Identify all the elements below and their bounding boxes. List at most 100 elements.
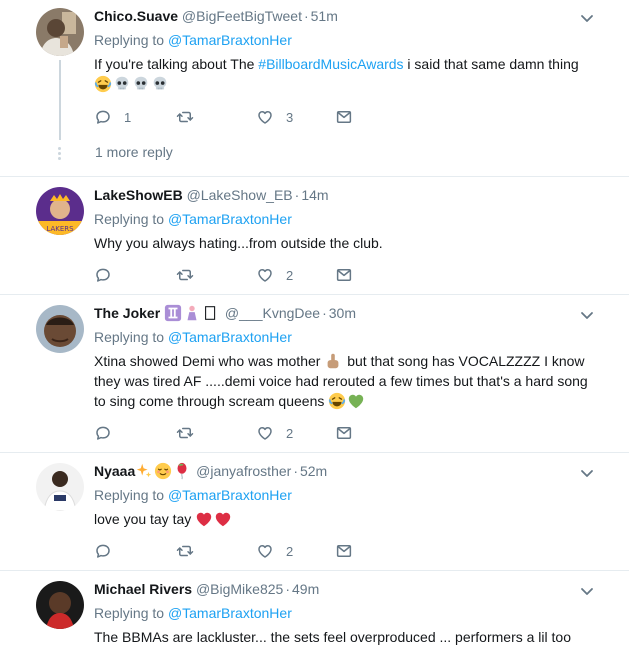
thread-dots <box>58 147 62 162</box>
more-replies-link[interactable]: 1 more reply <box>95 142 173 162</box>
tweet-header: Michael Rivers @BigMike825 · 49m <box>94 581 320 597</box>
avatar[interactable] <box>36 581 84 629</box>
thread-line <box>59 60 61 140</box>
red-heart-emoji <box>214 510 232 528</box>
display-name[interactable]: LakeShowEB <box>94 187 183 203</box>
like-button[interactable]: 2 <box>256 541 293 561</box>
person-emoji <box>183 304 201 322</box>
skull-emoji <box>151 75 169 93</box>
user-handle[interactable]: @___KvngDee <box>225 305 320 321</box>
tweet-item[interactable]: Chico.Suave @BigFeetBigTweet · 51m Replyin… <box>0 0 629 177</box>
tweet-header: The Joker @___KvngDee · 30m <box>94 304 356 322</box>
avatar[interactable] <box>36 305 84 353</box>
retweet-icon <box>176 542 194 560</box>
like-button[interactable]: 2 <box>256 423 293 443</box>
mail-icon <box>335 108 353 126</box>
retweet-button[interactable] <box>176 107 194 127</box>
chevron-down-icon[interactable] <box>579 10 595 26</box>
like-count: 2 <box>286 543 294 559</box>
like-button[interactable]: 2 <box>256 265 293 285</box>
replying-to-link[interactable]: @TamarBraxtonHer <box>168 487 292 503</box>
replying-to-link[interactable]: @TamarBraxtonHer <box>168 329 292 345</box>
laughing-crying-emoji <box>328 392 346 410</box>
timestamp[interactable]: 51m <box>311 8 338 24</box>
retweet-button[interactable] <box>176 541 194 561</box>
replying-to-link[interactable]: @TamarBraxtonHer <box>168 211 292 227</box>
mail-icon <box>335 424 353 442</box>
timestamp[interactable]: 52m <box>300 463 327 479</box>
balloon-emoji <box>173 462 191 480</box>
direct-message-button[interactable] <box>335 423 353 443</box>
retweet-button[interactable] <box>176 265 194 285</box>
heart-icon <box>256 266 274 284</box>
direct-message-button[interactable] <box>335 541 353 561</box>
like-button[interactable]: 3 <box>256 107 293 127</box>
display-name[interactable]: The Joker <box>94 305 160 321</box>
tweet-item[interactable]: The Joker @___KvngDee · 30m Replying to @T… <box>0 295 629 453</box>
hashtag-link[interactable]: #BillboardMusicAwards <box>258 56 403 72</box>
skull-emoji <box>132 75 150 93</box>
tweet-item[interactable]: Michael Rivers @BigMike825 · 49m Replying … <box>0 571 629 651</box>
reply-icon <box>94 108 112 126</box>
relieved-face-emoji <box>154 462 172 480</box>
tweet-text: Xtina showed Demi who was mother but tha… <box>94 352 588 410</box>
heart-icon <box>256 108 274 126</box>
reply-button[interactable] <box>94 541 112 561</box>
skull-emoji <box>113 75 131 93</box>
mail-icon <box>335 542 353 560</box>
chevron-down-icon[interactable] <box>579 583 595 599</box>
avatar[interactable] <box>36 463 84 511</box>
display-name[interactable]: Chico.Suave <box>94 8 178 24</box>
user-handle[interactable]: @LakeShow_EB <box>187 187 293 203</box>
chevron-down-icon[interactable] <box>579 465 595 481</box>
replying-to-link[interactable]: @TamarBraxtonHer <box>168 32 292 48</box>
user-handle[interactable]: @janyafrosther <box>196 463 291 479</box>
avatar[interactable]: LAKERS <box>36 187 84 235</box>
timestamp[interactable]: 14m <box>301 187 328 203</box>
tweet-header: LakeShowEB @LakeShow_EB · 14m <box>94 187 329 203</box>
tweet-item[interactable]: Nyaaa @janyafrosther · 52m Replying to @Ta… <box>0 453 629 571</box>
reply-button[interactable]: 1 <box>94 107 131 127</box>
user-handle[interactable]: @BigFeetBigTweet <box>182 8 302 24</box>
mail-icon <box>335 266 353 284</box>
sparkles-emoji <box>135 462 153 480</box>
chevron-down-icon[interactable] <box>579 307 595 323</box>
avatar[interactable] <box>36 8 84 56</box>
retweet-icon <box>176 266 194 284</box>
tweet-text: Why you always hating...from outside the… <box>94 235 383 251</box>
display-name[interactable]: Nyaaa <box>94 463 135 479</box>
replying-to: Replying to @TamarBraxtonHer <box>94 605 292 621</box>
like-count: 2 <box>286 425 294 441</box>
tweet-text: love you tay tay <box>94 509 594 529</box>
direct-message-button[interactable] <box>335 107 353 127</box>
reply-icon <box>94 424 112 442</box>
tweet-header: Chico.Suave @BigFeetBigTweet · 51m <box>94 8 338 24</box>
reply-icon <box>94 542 112 560</box>
retweet-icon <box>176 424 194 442</box>
pointing-hand-emoji <box>324 352 342 370</box>
reply-button[interactable] <box>94 265 112 285</box>
reply-count: 1 <box>124 109 132 125</box>
tweet-item[interactable]: LAKERS LakeShowEB @LakeShow_EB · 14m Reply… <box>0 177 629 295</box>
tweet-text: The BBMAs are lackluster... the sets fee… <box>94 629 571 645</box>
red-heart-emoji <box>195 510 213 528</box>
direct-message-button[interactable] <box>335 265 353 285</box>
laughing-crying-emoji <box>94 75 112 93</box>
replying-to-link[interactable]: @TamarBraxtonHer <box>168 605 292 621</box>
retweet-icon <box>176 108 194 126</box>
retweet-button[interactable] <box>176 423 194 443</box>
display-name[interactable]: Michael Rivers <box>94 581 192 597</box>
replying-to: Replying to @TamarBraxtonHer <box>94 32 292 48</box>
reply-icon <box>94 266 112 284</box>
svg-text:LAKERS: LAKERS <box>46 225 74 233</box>
missing-glyph-icon <box>202 304 220 322</box>
timestamp[interactable]: 49m <box>292 581 319 597</box>
replying-to: Replying to @TamarBraxtonHer <box>94 211 292 227</box>
timestamp[interactable]: 30m <box>329 305 356 321</box>
user-handle[interactable]: @BigMike825 <box>196 581 283 597</box>
reply-button[interactable] <box>94 423 112 443</box>
replying-to: Replying to @TamarBraxtonHer <box>94 487 292 503</box>
heart-icon <box>256 542 274 560</box>
like-count: 2 <box>286 267 294 283</box>
replying-to: Replying to @TamarBraxtonHer <box>94 329 292 345</box>
